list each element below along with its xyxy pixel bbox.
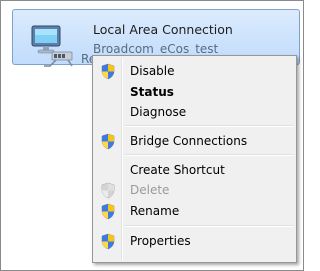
uac-shield-icon (101, 133, 115, 150)
explorer-pane: Local Area Connection Broadcom_eCos_test… (0, 0, 304, 271)
menu-item-label: Disable (130, 64, 175, 78)
context-menu: Disable Status Diagnose Bridge Connections C… (92, 55, 297, 263)
menu-item-delete: Delete (95, 180, 294, 201)
uac-shield-icon (101, 203, 115, 220)
menu-item-create-shortcut[interactable]: Create Shortcut (95, 160, 294, 181)
menu-item-disable[interactable]: Disable (95, 61, 294, 82)
menu-item-properties[interactable]: Properties (95, 231, 294, 252)
menu-item-label: Diagnose (130, 105, 187, 119)
uac-shield-icon (101, 63, 115, 80)
menu-item-label: Delete (130, 183, 170, 197)
connection-network: Broadcom_eCos_test (93, 42, 219, 56)
menu-item-label: Bridge Connections (130, 134, 248, 148)
menu-separator (125, 154, 294, 156)
uac-shield-icon (101, 182, 115, 199)
menu-item-diagnose[interactable]: Diagnose (95, 102, 294, 123)
menu-separator (125, 125, 294, 127)
uac-shield-icon (101, 233, 115, 250)
menu-item-label: Rename (130, 204, 180, 218)
menu-item-rename[interactable]: Rename (95, 201, 294, 222)
network-adapter-icon (31, 25, 73, 67)
connection-name: Local Area Connection (93, 22, 233, 37)
menu-item-bridge-connections[interactable]: Bridge Connections (95, 131, 294, 152)
menu-separator (125, 225, 294, 227)
menu-item-label: Properties (130, 234, 191, 248)
menu-item-status[interactable]: Status (95, 82, 294, 103)
menu-item-label: Create Shortcut (130, 163, 225, 177)
menu-item-label: Status (130, 85, 174, 99)
